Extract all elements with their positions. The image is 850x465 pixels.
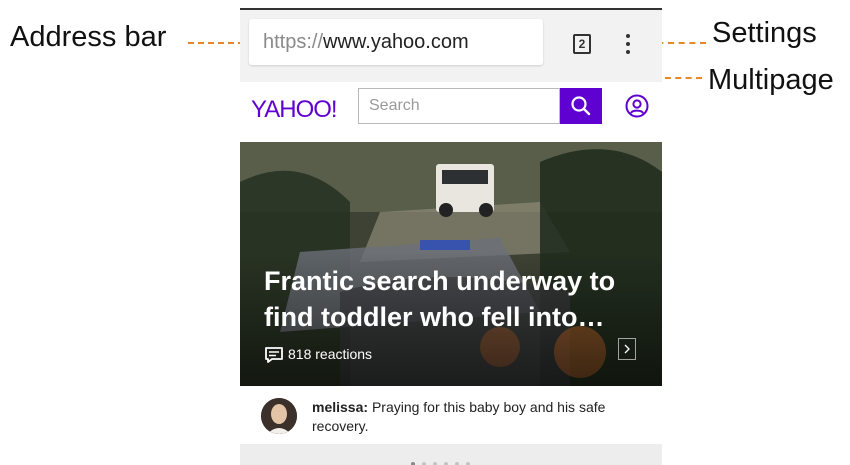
browser-toolbar: https://www.yahoo.com 2 xyxy=(240,10,662,83)
hero-story[interactable]: Frantic search underway to find toddler … xyxy=(240,142,662,386)
settings-label: Settings xyxy=(712,17,817,49)
comment-text: melissa: Praying for this baby boy and h… xyxy=(312,398,642,436)
url-text: https://www.yahoo.com xyxy=(263,31,469,54)
yahoo-header: YAHOO! Search xyxy=(240,82,662,143)
tab-switcher-button[interactable]: 2 xyxy=(573,34,591,54)
search-button[interactable] xyxy=(560,88,602,124)
phone-screen: https://www.yahoo.com 2 YAHOO! Search Fr… xyxy=(240,8,662,465)
account-icon[interactable] xyxy=(625,94,649,118)
pager-dots xyxy=(411,453,477,465)
reactions-count: 818 reactions xyxy=(288,346,373,362)
address-bar-label: Address bar xyxy=(10,21,167,53)
address-bar[interactable]: https://www.yahoo.com xyxy=(249,19,543,65)
comment-user: melissa: xyxy=(312,399,369,415)
search-input[interactable]: Search xyxy=(358,88,560,124)
search-icon xyxy=(571,96,591,116)
url-scheme: https:// xyxy=(263,31,324,53)
multipage-label: Multipage xyxy=(708,64,834,96)
url-host: www.yahoo.com xyxy=(323,31,469,53)
story-headline[interactable]: Frantic search underway to find toddler … xyxy=(264,263,644,335)
reactions-link[interactable]: 818 reactions xyxy=(264,346,372,364)
carousel-pager xyxy=(240,444,662,465)
featured-comment[interactable]: melissa: Praying for this baby boy and h… xyxy=(240,386,662,444)
overflow-menu-icon[interactable] xyxy=(624,34,632,58)
commenter-avatar xyxy=(261,398,297,434)
comment-icon xyxy=(265,347,283,364)
share-arrow-icon[interactable] xyxy=(618,338,636,360)
yahoo-logo[interactable]: YAHOO! xyxy=(251,96,338,124)
